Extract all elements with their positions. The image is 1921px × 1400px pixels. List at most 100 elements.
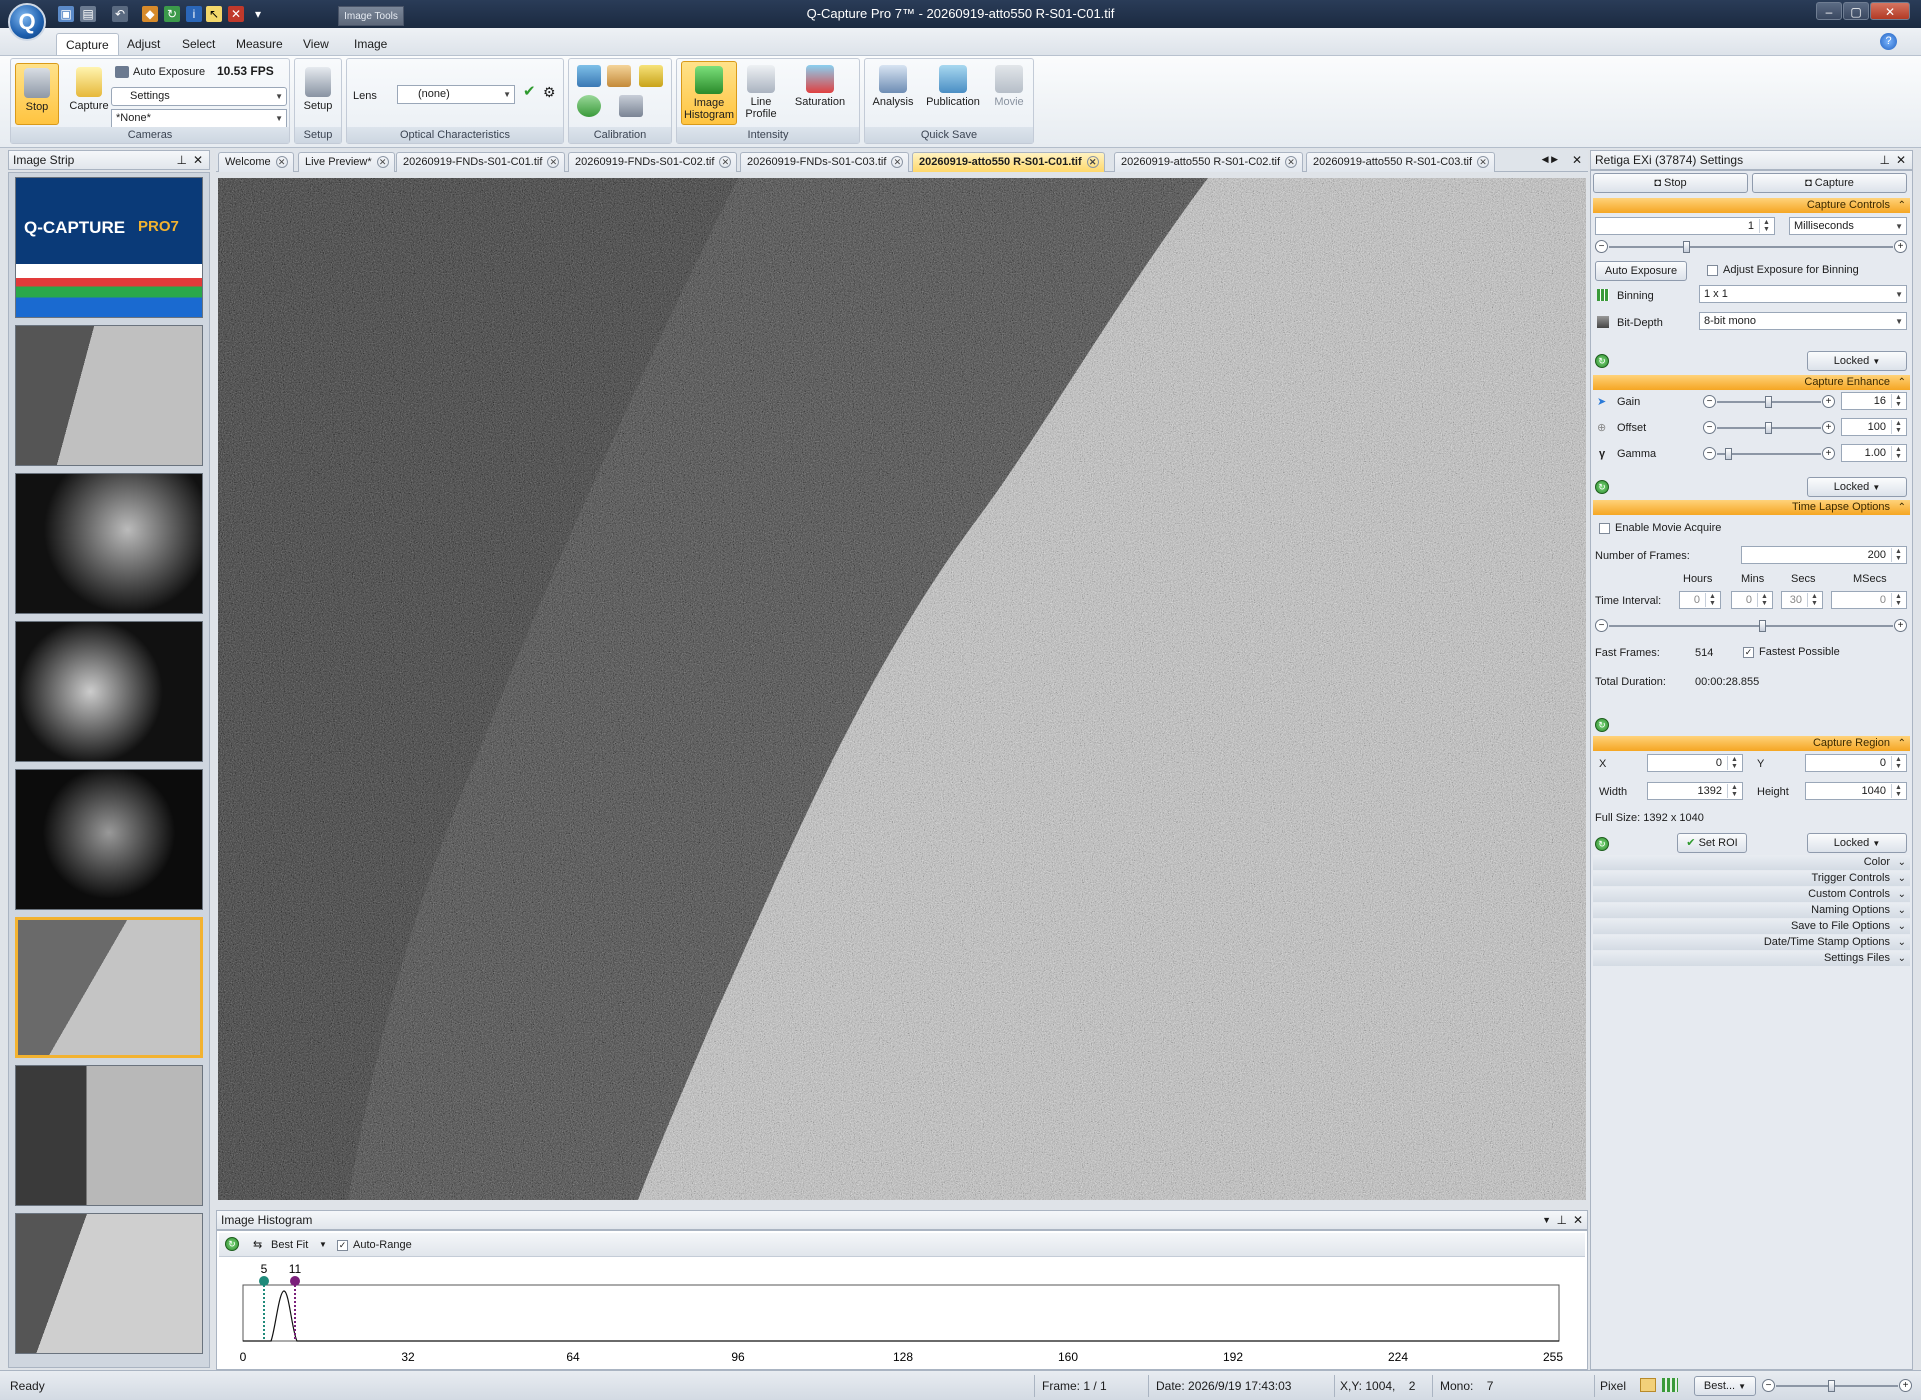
set-roi-button[interactable]: ✔ Set ROI xyxy=(1677,833,1747,853)
plus-icon[interactable]: + xyxy=(1822,421,1835,434)
slider-thumb[interactable] xyxy=(1828,1380,1835,1392)
histogram-chart[interactable]: 5 11 0 32 64 96 128 160 192 224 255 xyxy=(237,1261,1577,1369)
plus-icon[interactable]: + xyxy=(1899,1379,1912,1392)
help-icon[interactable]: ? xyxy=(1880,33,1897,50)
calibrate-icon[interactable] xyxy=(577,65,601,87)
offset-input[interactable]: 100 ▲ ▼ xyxy=(1841,418,1907,436)
thumbnail[interactable] xyxy=(15,1213,203,1354)
minus-icon[interactable]: − xyxy=(1595,619,1608,632)
close-tab-icon[interactable]: ✕ xyxy=(376,156,389,168)
close-tab-icon[interactable]: ✕ xyxy=(1285,156,1297,168)
width-input[interactable]: 1392 ▲ ▼ xyxy=(1647,782,1743,800)
close-icon[interactable]: ✕ xyxy=(1896,151,1906,169)
tab-measure[interactable]: Measure xyxy=(227,33,292,55)
tab-document[interactable]: 20260919-atto550 R-S01-C02.tif ✕ xyxy=(1114,152,1303,172)
mins-input[interactable]: 0 ▲ ▼ xyxy=(1731,591,1773,609)
exposure-unit-dropdown[interactable]: Milliseconds ▼ xyxy=(1789,217,1907,235)
adjust-binning-checkbox[interactable] xyxy=(1707,265,1718,276)
time-lapse-header[interactable]: Time Lapse Options ⌃ xyxy=(1593,500,1910,515)
x-input[interactable]: 0 ▲ ▼ xyxy=(1647,754,1743,772)
lens-dropdown[interactable]: (none) ▼ xyxy=(397,85,515,104)
best-fit-dropdown[interactable]: Best Fit xyxy=(271,1238,308,1252)
spinner-icon[interactable]: ▲ ▼ xyxy=(1705,593,1719,607)
settings-files-section[interactable]: Settings Files ⌄ xyxy=(1593,951,1910,966)
thumbnail[interactable] xyxy=(15,769,203,910)
plus-icon[interactable]: + xyxy=(1894,619,1907,632)
plus-icon[interactable]: + xyxy=(1822,447,1835,460)
splash-thumbnail[interactable]: Q-CAPTURE PRO7 xyxy=(15,177,203,318)
offset-slider[interactable]: − + xyxy=(1703,420,1835,436)
hours-input[interactable]: 0 ▲ ▼ xyxy=(1679,591,1721,609)
close-document-icon[interactable]: ✕ xyxy=(1572,153,1582,167)
preset-dropdown[interactable]: *None* ▼ xyxy=(111,109,287,128)
image-viewer[interactable] xyxy=(218,178,1586,1200)
reset-icon[interactable]: ↻ xyxy=(1595,837,1609,851)
spinner-icon[interactable]: ▲ ▼ xyxy=(1807,593,1821,607)
close-tab-icon[interactable]: ✕ xyxy=(1477,156,1489,168)
thumbnail[interactable] xyxy=(15,473,203,614)
height-input[interactable]: 1040 ▲ ▼ xyxy=(1805,782,1907,800)
minimize-button[interactable]: – xyxy=(1816,2,1842,20)
tab-view[interactable]: View xyxy=(294,33,338,55)
image-histogram-button[interactable]: Image Histogram xyxy=(681,61,737,125)
frames-input[interactable]: 200 ▲ ▼ xyxy=(1741,546,1907,564)
tab-select[interactable]: Select xyxy=(173,33,224,55)
spinner-icon[interactable]: ▲ ▼ xyxy=(1891,548,1905,562)
minus-icon[interactable]: − xyxy=(1595,240,1608,253)
custom-controls-section[interactable]: Custom Controls ⌄ xyxy=(1593,887,1910,902)
auto-exposure-link[interactable]: Auto Exposure xyxy=(133,65,205,79)
slider-thumb[interactable] xyxy=(1765,422,1772,434)
chevron-down-icon[interactable]: ▼ xyxy=(319,1238,327,1252)
close-window-button[interactable]: ✕ xyxy=(1870,2,1910,20)
tab-document[interactable]: 20260919-atto550 R-S01-C03.tif ✕ xyxy=(1306,152,1495,172)
capture-tab[interactable]: ◘ Capture xyxy=(1752,173,1907,193)
tab-document[interactable]: 20260919-FNDs-S01-C02.tif ✕ xyxy=(568,152,738,172)
camera-calibration-icon[interactable] xyxy=(619,95,643,117)
exposure-input[interactable]: 1 ▲ ▼ xyxy=(1595,217,1775,235)
spinner-icon[interactable]: ▲ ▼ xyxy=(1759,219,1773,233)
reset-icon[interactable]: ↻ xyxy=(1595,354,1609,368)
tab-document[interactable]: 20260919-FNDs-S01-C01.tif ✕ xyxy=(396,152,566,172)
slider-thumb[interactable] xyxy=(1725,448,1732,460)
locked-dropdown[interactable]: Locked ▼ xyxy=(1807,833,1907,853)
tab-live-preview[interactable]: Live Preview* ✕ xyxy=(298,152,395,172)
slider-thumb[interactable] xyxy=(1759,620,1766,632)
thumbnail[interactable] xyxy=(15,325,203,466)
enable-movie-checkbox[interactable] xyxy=(1599,523,1610,534)
tab-capture[interactable]: Capture xyxy=(56,33,119,55)
refresh-icon[interactable]: ↻ xyxy=(225,1237,239,1251)
close-tab-icon[interactable]: ✕ xyxy=(891,156,904,168)
fit-view-icon[interactable] xyxy=(1640,1378,1656,1392)
close-tab-icon[interactable]: ✕ xyxy=(275,156,288,168)
scale-bar-icon[interactable] xyxy=(639,65,663,87)
pin-icon[interactable]: ⊥ xyxy=(1557,1211,1567,1229)
thumbnail[interactable] xyxy=(15,621,203,762)
close-tab-icon[interactable]: ✕ xyxy=(1086,156,1099,168)
trigger-controls-section[interactable]: Trigger Controls ⌄ xyxy=(1593,871,1910,886)
capture-enhance-header[interactable]: Capture Enhance ⌃ xyxy=(1593,375,1910,390)
gamma-slider[interactable]: − + xyxy=(1703,446,1835,462)
reset-calibration-icon[interactable] xyxy=(577,95,601,117)
plus-icon[interactable]: + xyxy=(1894,240,1907,253)
gain-slider[interactable]: − + xyxy=(1703,394,1835,410)
exposure-slider[interactable]: − + xyxy=(1595,239,1907,255)
tab-adjust[interactable]: Adjust xyxy=(118,33,169,55)
auto-range-checkbox[interactable]: ✓ xyxy=(337,1240,348,1251)
dropdown-icon[interactable]: ▼ xyxy=(1542,1211,1551,1229)
line-profile-button[interactable]: Line Profile xyxy=(739,61,783,125)
close-tab-icon[interactable]: ✕ xyxy=(547,156,560,168)
interval-slider[interactable]: − + xyxy=(1595,618,1907,634)
spinner-icon[interactable]: ▲ ▼ xyxy=(1891,756,1905,770)
high-marker-handle[interactable] xyxy=(290,1276,300,1286)
slider-thumb[interactable] xyxy=(1765,396,1772,408)
thumbnail-selected[interactable] xyxy=(15,917,203,1058)
scroll-tabs-icon[interactable]: ◀ ▶ xyxy=(1542,154,1558,165)
plus-icon[interactable]: + xyxy=(1822,395,1835,408)
publication-button[interactable]: Publication xyxy=(921,61,985,125)
spinner-icon[interactable]: ▲ ▼ xyxy=(1891,446,1905,460)
minus-icon[interactable]: − xyxy=(1703,421,1716,434)
capture-button[interactable]: Capture xyxy=(65,63,113,125)
secs-input[interactable]: 30 ▲ ▼ xyxy=(1781,591,1823,609)
pin-icon[interactable]: ⊥ xyxy=(177,151,187,169)
low-marker-handle[interactable] xyxy=(259,1276,269,1286)
